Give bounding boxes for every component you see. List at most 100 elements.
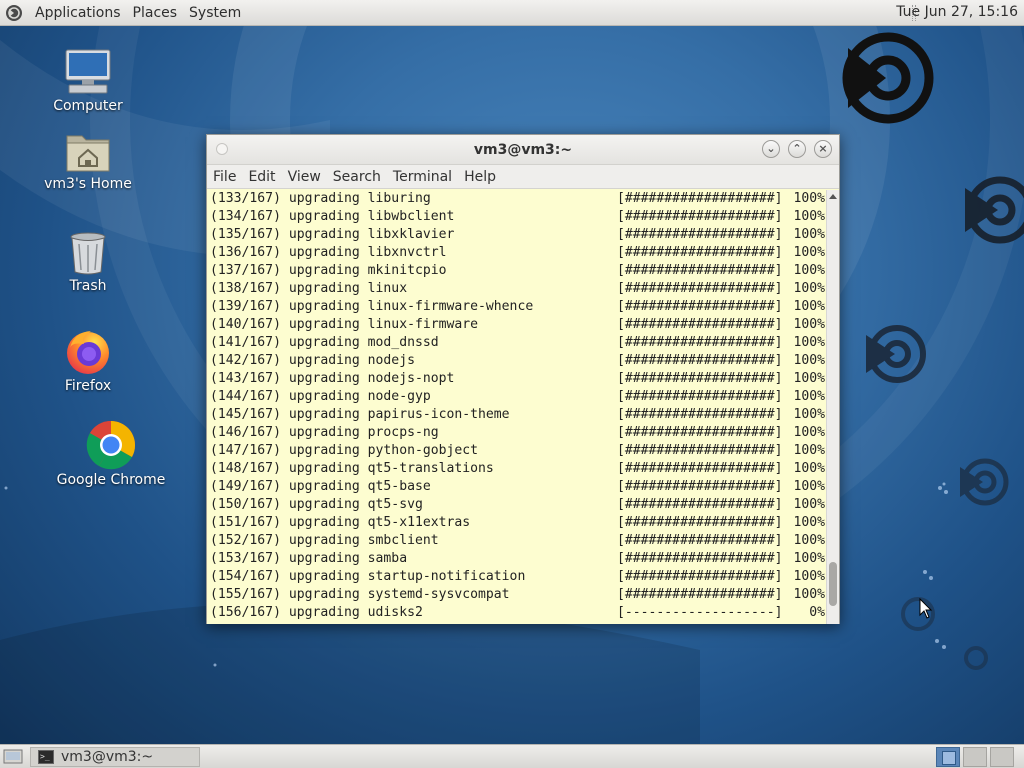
terminal-line: (135/167) upgrading libxklavier [########…	[207, 226, 827, 244]
terminal-line-text: (150/167) upgrading qt5-svg	[210, 497, 423, 512]
workspace-2[interactable]	[963, 747, 987, 767]
progress-bar-text: [###################]	[617, 407, 783, 422]
progress-percent: 100%	[793, 461, 825, 476]
workspace-3[interactable]	[990, 747, 1014, 767]
scroll-up-arrow-icon[interactable]	[829, 194, 837, 199]
minimize-button[interactable]: ⌄	[762, 140, 780, 158]
home-folder-icon	[66, 135, 110, 172]
progress-percent: 100%	[793, 533, 825, 548]
terminal-output[interactable]: (133/167) upgrading liburing [###########…	[207, 190, 827, 624]
terminal-line-text: (137/167) upgrading mkinitcpio	[210, 263, 447, 278]
menu-help[interactable]: Help	[458, 169, 502, 185]
desktop-icon-chrome[interactable]: Google Chrome	[56, 420, 166, 488]
progress-percent: 100%	[793, 515, 825, 530]
progress-percent: 100%	[793, 551, 825, 566]
terminal-line: (140/167) upgrading linux-firmware [#####…	[207, 316, 827, 334]
progress-percent: 100%	[793, 299, 825, 314]
terminal-line: (134/167) upgrading libwbclient [########…	[207, 208, 827, 226]
progress-bar-text: [###################]	[617, 515, 783, 530]
mate-logo-icon[interactable]	[5, 4, 23, 22]
menu-edit[interactable]: Edit	[242, 169, 281, 185]
progress-percent: 100%	[793, 227, 825, 242]
menu-view[interactable]: View	[282, 169, 327, 185]
system-menu[interactable]: System	[183, 5, 247, 21]
terminal-line: (144/167) upgrading node-gyp [###########…	[207, 388, 827, 406]
desktop-icon-label: Trash	[69, 278, 107, 294]
scrollbar-thumb[interactable]	[829, 562, 837, 606]
terminal-scrollbar[interactable]	[826, 190, 839, 624]
window-menu-button[interactable]	[216, 143, 228, 155]
progress-bar-text: [###################]	[617, 461, 783, 476]
maximize-button[interactable]: ⌃	[788, 140, 806, 158]
applications-menu[interactable]: Applications	[29, 5, 127, 21]
progress-percent: 100%	[793, 353, 825, 368]
progress-percent: 100%	[793, 425, 825, 440]
show-desktop-icon[interactable]	[3, 748, 23, 765]
terminal-line-text: (142/167) upgrading nodejs	[210, 353, 415, 368]
close-button[interactable]: ×	[814, 140, 832, 158]
terminal-line-text: (133/167) upgrading liburing	[210, 191, 431, 206]
progress-bar-text: [###################]	[617, 587, 783, 602]
terminal-line-text: (144/167) upgrading node-gyp	[210, 389, 431, 404]
terminal-line-text: (151/167) upgrading qt5-x11extras	[210, 515, 471, 530]
progress-bar-text: [###################]	[617, 569, 783, 584]
progress-bar-text: [###################]	[617, 281, 783, 296]
terminal-line: (138/167) upgrading linux [##############…	[207, 280, 827, 298]
terminal-line-text: (143/167) upgrading nodejs-nopt	[210, 371, 455, 386]
progress-bar-text: [###################]	[617, 335, 783, 350]
terminal-line-text: (146/167) upgrading procps-ng	[210, 425, 439, 440]
terminal-line: (142/167) upgrading nodejs [#############…	[207, 352, 827, 370]
terminal-line: (133/167) upgrading liburing [###########…	[207, 190, 827, 208]
taskbar-item-terminal[interactable]: vm3@vm3:~	[30, 747, 200, 767]
terminal-line: (154/167) upgrading startup-notification…	[207, 568, 827, 586]
terminal-line: (146/167) upgrading procps-ng [##########…	[207, 424, 827, 442]
progress-percent: 100%	[793, 569, 825, 584]
progress-percent: 100%	[793, 191, 825, 206]
terminal-line-text: (136/167) upgrading libxnvctrl	[210, 245, 447, 260]
workspace-1[interactable]	[936, 747, 960, 767]
terminal-line-text: (135/167) upgrading libxklavier	[210, 227, 455, 242]
places-menu[interactable]: Places	[127, 5, 184, 21]
progress-percent: 100%	[793, 371, 825, 386]
terminal-line-text: (138/167) upgrading linux	[210, 281, 408, 296]
progress-percent: 100%	[793, 317, 825, 332]
terminal-line: (156/167) upgrading udisks2 [------------…	[207, 604, 827, 622]
chrome-icon	[86, 420, 136, 470]
computer-icon	[65, 49, 111, 94]
terminal-line: (149/167) upgrading qt5-base [###########…	[207, 478, 827, 496]
terminal-line-text: (139/167) upgrading linux-firmware-whenc…	[210, 299, 534, 314]
terminal-line: (145/167) upgrading papirus-icon-theme [#…	[207, 406, 827, 424]
terminal-line: (153/167) upgrading samba [##############…	[207, 550, 827, 568]
bottom-panel: vm3@vm3:~	[0, 744, 1024, 768]
terminal-line-text: (145/167) upgrading papirus-icon-theme	[210, 407, 510, 422]
progress-percent: 100%	[793, 209, 825, 224]
desktop-icon-computer[interactable]: Computer	[38, 48, 138, 114]
desktop-icon-label: Google Chrome	[56, 472, 166, 488]
desktop-icon-home[interactable]: vm3's Home	[38, 130, 138, 192]
progress-bar-text: [-------------------]	[617, 605, 783, 620]
desktop-icon-label: vm3's Home	[44, 176, 132, 192]
progress-bar-text: [###################]	[617, 317, 783, 332]
progress-percent: 100%	[793, 263, 825, 278]
desktop-icon-trash[interactable]: Trash	[38, 230, 138, 294]
desktop-icon-firefox[interactable]: Firefox	[38, 328, 138, 394]
progress-bar-text: [###################]	[617, 191, 783, 206]
top-panel: Applications Places System Tue Jun 27, 1…	[0, 0, 1024, 26]
menu-file[interactable]: File	[207, 169, 242, 185]
terminal-line-text: (149/167) upgrading qt5-base	[210, 479, 431, 494]
progress-percent: 100%	[793, 497, 825, 512]
terminal-line-text: (141/167) upgrading mod_dnssd	[210, 335, 439, 350]
menu-terminal[interactable]: Terminal	[387, 169, 458, 185]
terminal-line-text: (134/167) upgrading libwbclient	[210, 209, 455, 224]
terminal-line-text: (153/167) upgrading samba	[210, 551, 408, 566]
mouse-cursor-icon	[919, 598, 933, 619]
terminal-window[interactable]: vm3@vm3:~ ⌄ ⌃ × File Edit View Search Te…	[206, 134, 840, 624]
terminal-line-text: (154/167) upgrading startup-notification	[210, 569, 526, 584]
window-titlebar[interactable]: vm3@vm3:~ ⌄ ⌃ ×	[207, 135, 839, 165]
progress-bar-text: [###################]	[617, 299, 783, 314]
terminal-line: (147/167) upgrading python-gobject [#####…	[207, 442, 827, 460]
desktop-icon-label: Computer	[53, 98, 123, 114]
menu-search[interactable]: Search	[327, 169, 387, 185]
progress-bar-text: [###################]	[617, 443, 783, 458]
clock[interactable]: Tue Jun 27, 15:16	[896, 4, 1018, 20]
